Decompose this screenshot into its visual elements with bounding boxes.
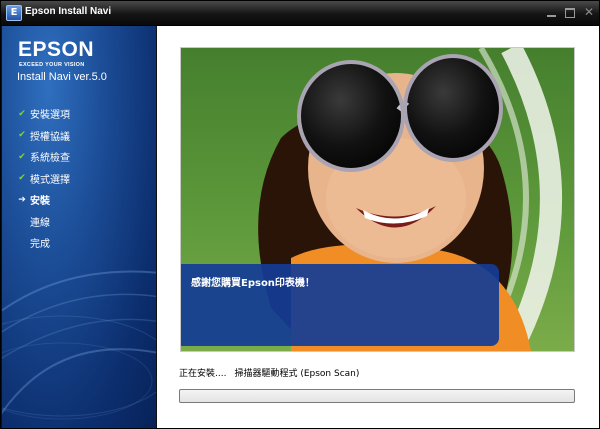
status-prefix: 正在安裝.... — [179, 369, 227, 379]
app-icon: E — [6, 5, 22, 21]
brand-tagline: EXCEED YOUR VISION — [19, 62, 85, 68]
step-connect: 連線 — [2, 211, 156, 233]
product-name: Install Navi ver.5.0 — [17, 71, 107, 83]
step-license-agreement: ✔ 授權協議 — [2, 125, 156, 147]
step-install-options: ✔ 安裝選項 — [2, 103, 156, 125]
title-bar[interactable]: E Epson Install Navi ✕ — [1, 1, 599, 26]
maximize-icon — [565, 8, 575, 18]
welcome-banner: 感謝您購買Epson印表機！ — [181, 264, 499, 346]
step-label: 模式選擇 — [30, 174, 70, 186]
main-panel: 感謝您購買Epson印表機！ 正在安裝.... 掃描器驅動程式 (Epson Sc… — [157, 26, 599, 428]
installer-window: E Epson Install Navi ✕ EPSON EXCEED YOUR… — [0, 0, 600, 429]
status-item: 掃描器驅動程式 (Epson Scan) — [234, 369, 360, 379]
step-label: 完成 — [30, 239, 50, 251]
step-install: ➔ 安裝 — [2, 189, 156, 211]
sidebar: EPSON EXCEED YOUR VISION Install Navi ve… — [2, 26, 156, 428]
step-system-check: ✔ 系統檢查 — [2, 146, 156, 168]
banner-message: 感謝您購買Epson印表機！ — [191, 278, 315, 289]
close-button[interactable]: ✕ — [582, 6, 596, 19]
install-progress-bar — [179, 389, 575, 403]
step-label: 系統檢查 — [30, 153, 70, 165]
arrow-right-icon: ➔ — [18, 194, 26, 205]
step-list: ✔ 安裝選項 ✔ 授權協議 ✔ 系統檢查 ✔ 模式選擇 ➔ 安裝 連線 完成 — [2, 103, 156, 254]
hero-image: 感謝您購買Epson印表機！ — [180, 47, 575, 352]
epson-logo: EPSON — [18, 38, 95, 61]
close-icon: ✕ — [583, 5, 595, 19]
step-mode-select: ✔ 模式選擇 — [2, 168, 156, 190]
check-icon: ✔ — [18, 151, 26, 162]
install-status: 正在安裝.... 掃描器驅動程式 (Epson Scan) — [179, 366, 359, 379]
step-label: 安裝選項 — [30, 110, 70, 122]
step-label: 連線 — [30, 217, 50, 229]
minimize-button[interactable] — [545, 6, 559, 19]
maximize-button[interactable] — [563, 6, 577, 19]
check-icon: ✔ — [18, 108, 26, 119]
minimize-icon — [547, 15, 556, 17]
check-icon: ✔ — [18, 130, 26, 141]
step-label: 授權協議 — [30, 131, 70, 143]
step-label: 安裝 — [30, 196, 50, 208]
window-title: Epson Install Navi — [25, 6, 112, 17]
check-icon: ✔ — [18, 173, 26, 184]
step-finish: 完成 — [2, 232, 156, 254]
